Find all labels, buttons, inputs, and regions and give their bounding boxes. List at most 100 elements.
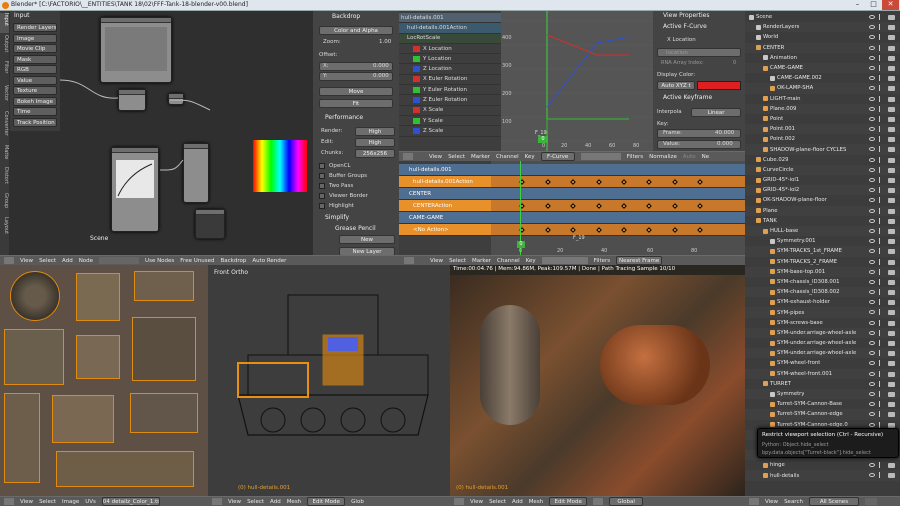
keyframe-diamond-icon[interactable] <box>621 203 627 209</box>
eye-visibility-icon[interactable] <box>869 391 875 396</box>
render-camera-icon[interactable] <box>888 116 895 122</box>
free-unused-checkbox[interactable]: Free Unused <box>180 258 214 264</box>
render-camera-icon[interactable] <box>888 473 895 479</box>
render-camera-icon[interactable] <box>888 341 895 346</box>
front-menu-add[interactable]: Add <box>270 499 281 505</box>
render-camera-icon[interactable] <box>888 218 895 224</box>
render-camera-icon[interactable] <box>888 96 895 102</box>
render-camera-icon[interactable] <box>888 25 895 31</box>
channel-row[interactable]: Y Location <box>399 54 501 65</box>
render-menu-select[interactable]: Select <box>489 499 506 505</box>
render-camera-icon[interactable] <box>888 422 895 428</box>
render-camera-icon[interactable] <box>888 147 895 153</box>
eye-visibility-icon[interactable] <box>869 167 875 172</box>
tab-input[interactable]: Input <box>0 13 9 33</box>
select-cursor-icon[interactable] <box>879 360 883 367</box>
outliner-row[interactable]: Symmetry <box>745 388 900 400</box>
channel-row[interactable]: Z Scale <box>399 126 501 137</box>
keyframe-diamond-icon[interactable] <box>570 203 576 209</box>
select-cursor-icon[interactable] <box>879 105 883 112</box>
eye-visibility-icon[interactable] <box>869 218 875 223</box>
eye-visibility-icon[interactable] <box>869 259 875 264</box>
outliner-row[interactable]: GRID-45*-iol1 <box>745 175 900 185</box>
render-camera-icon[interactable] <box>888 402 895 408</box>
render-camera-icon[interactable] <box>888 45 895 51</box>
checkbox-icon[interactable] <box>319 173 325 179</box>
render-camera-icon[interactable] <box>888 412 895 418</box>
channels-select[interactable]: Color and Alpha <box>319 26 393 35</box>
front-view-type-icon[interactable] <box>212 498 222 505</box>
render-menu-add[interactable]: Add <box>512 499 523 505</box>
eye-visibility-icon[interactable] <box>869 228 875 233</box>
dope-nearest-select[interactable]: Nearest Frame <box>616 256 663 265</box>
eye-visibility-icon[interactable] <box>869 422 875 427</box>
graph-menu-key[interactable]: Key <box>525 154 535 160</box>
outliner-row[interactable]: Scene <box>745 12 900 22</box>
outliner-row[interactable]: SYM-under.arriage-wheel-axle <box>745 338 900 348</box>
render-camera-icon[interactable] <box>888 15 895 20</box>
grease-new-layer-button[interactable]: New Layer <box>339 247 395 255</box>
dope-tool-icons[interactable] <box>541 257 588 264</box>
channel-row[interactable]: Y Scale <box>399 115 501 127</box>
active-keyframe-title[interactable]: Active Keyframe <box>663 93 712 103</box>
grease-new-button[interactable]: New <box>339 235 395 244</box>
outliner-row[interactable]: HULL-base <box>745 225 900 237</box>
node-menu-view[interactable]: View <box>20 258 33 264</box>
outliner-row[interactable]: Turret-SYM-Cannon-edge <box>745 409 900 420</box>
render-shading-icon[interactable] <box>593 498 604 505</box>
render-camera-icon[interactable] <box>888 65 895 71</box>
outliner-row[interactable]: Symmetry.001 <box>745 236 900 246</box>
dope-keyframe-row[interactable] <box>491 176 745 188</box>
outliner-row[interactable]: hinge <box>745 460 900 470</box>
outliner-row[interactable]: RenderLayers <box>745 22 900 33</box>
keyframe-diamond-icon[interactable] <box>596 227 602 233</box>
tab-output[interactable]: Output <box>0 35 9 59</box>
graph-nearest-select[interactable]: Ne <box>702 154 710 160</box>
select-cursor-icon[interactable] <box>879 126 883 133</box>
edit-quality-select[interactable]: High <box>355 138 395 147</box>
outliner-row[interactable]: CurveCircle <box>745 164 900 175</box>
select-cursor-icon[interactable] <box>879 370 883 377</box>
keyframe-diamond-icon[interactable] <box>646 203 652 209</box>
select-cursor-icon[interactable] <box>879 258 883 265</box>
simplify-section-title[interactable]: Simplify <box>325 213 349 223</box>
input-menu-item[interactable]: Time <box>13 107 57 116</box>
select-cursor-icon[interactable] <box>879 319 883 326</box>
outliner-row[interactable]: hull-details <box>745 470 900 481</box>
render-orient-select[interactable]: Global <box>609 497 644 506</box>
eye-visibility-icon[interactable] <box>869 371 875 376</box>
display-color-swatch[interactable] <box>697 81 741 90</box>
select-cursor-icon[interactable] <box>879 14 883 20</box>
node-menu-add[interactable]: Add <box>62 258 73 264</box>
channel-row[interactable]: X Euler Rotation <box>399 74 501 86</box>
select-cursor-icon[interactable] <box>879 309 883 316</box>
select-cursor-icon[interactable] <box>879 44 883 51</box>
outliner-row[interactable]: CENTER <box>745 42 900 53</box>
outliner-row[interactable]: Point <box>745 114 900 124</box>
keyframe-diamond-icon[interactable] <box>596 203 602 209</box>
move-button[interactable]: Move <box>319 87 393 96</box>
graph-menu-select[interactable]: Select <box>448 154 465 160</box>
view-properties-title[interactable]: View Properties <box>663 11 709 21</box>
graph-current-frame[interactable]: 0 <box>538 136 548 143</box>
outliner-row[interactable]: OK-LAMP-SHA <box>745 83 900 94</box>
dopesheet-area[interactable]: F_19 0 0 20 40 60 80 <box>491 161 745 255</box>
tab-filter[interactable]: Filter <box>0 61 9 83</box>
chunks-select[interactable]: 256x256 <box>355 149 395 158</box>
outliner-row[interactable]: SYM-under.arriage-wheel-axle <box>745 327 900 338</box>
render-camera-icon[interactable] <box>888 310 895 316</box>
eye-visibility-icon[interactable] <box>869 55 875 60</box>
select-cursor-icon[interactable] <box>879 115 883 122</box>
channel-row[interactable]: Z Location <box>399 64 501 75</box>
render-menu-mesh[interactable]: Mesh <box>529 499 543 505</box>
input-menu-item[interactable]: Mask <box>13 54 57 64</box>
outliner-row[interactable]: SYM-under.arriage-wheel-axle <box>745 348 900 359</box>
graph-tool-icons[interactable] <box>580 153 621 160</box>
color-mode-select[interactable]: Auto XYZ t <box>657 81 695 90</box>
channel-row[interactable]: X Location <box>399 43 501 55</box>
eye-visibility-icon[interactable] <box>869 45 875 50</box>
eye-visibility-icon[interactable] <box>869 463 875 468</box>
use-nodes-checkbox[interactable]: Use Nodes <box>145 258 174 264</box>
eye-visibility-icon[interactable] <box>869 310 875 315</box>
uv-menu-image[interactable]: Image <box>62 499 79 505</box>
